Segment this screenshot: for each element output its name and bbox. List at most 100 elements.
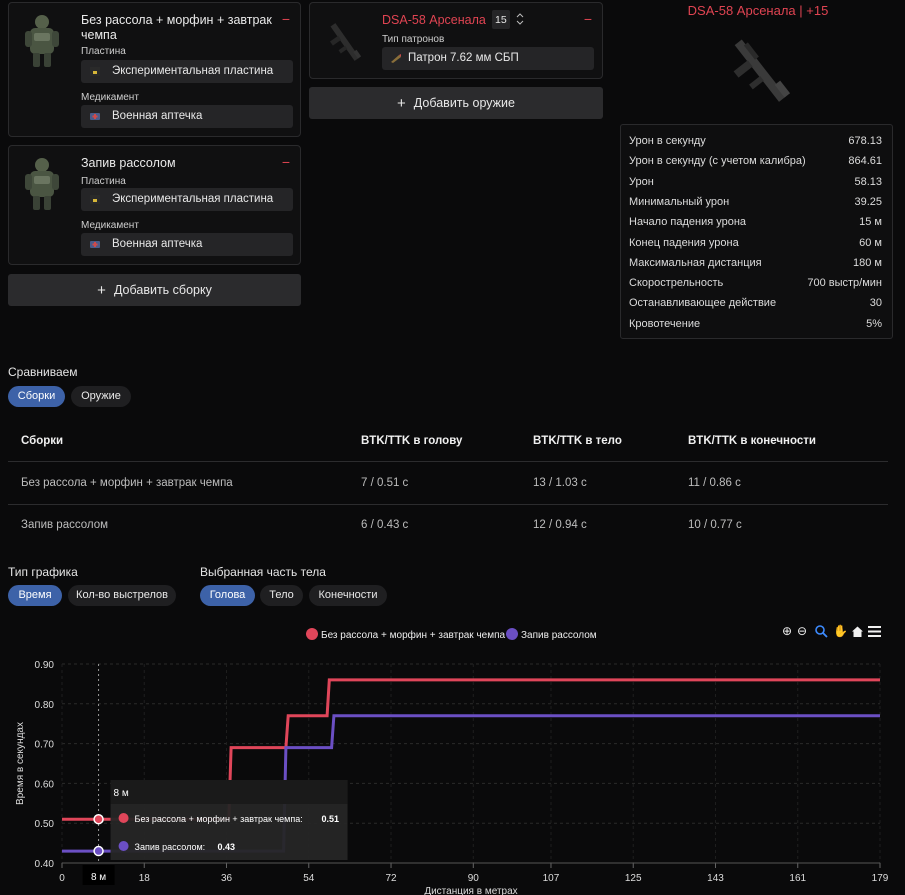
- y-tick-label: 0.90: [35, 660, 55, 671]
- plate-value: Экспериментальная пластина: [112, 65, 274, 77]
- plus-icon: +: [97, 282, 106, 299]
- tab-weapons[interactable]: Оружие: [71, 386, 131, 407]
- tooltip-marker: [118, 813, 129, 823]
- weapon-level-value: 15: [495, 14, 507, 26]
- stat-label: Максимальная дистанция: [629, 256, 762, 269]
- remove-weapon-button[interactable]: −: [584, 11, 592, 27]
- plus-icon: +: [397, 95, 406, 112]
- ammo-label: Тип патронов: [382, 34, 445, 45]
- x-tick-label: 143: [707, 873, 724, 884]
- plate-select[interactable]: Экспериментальная пластина: [81, 60, 293, 83]
- stat-value: 678.13: [848, 135, 882, 147]
- table-cell: 13 / 1.03 с: [533, 477, 587, 489]
- stat-label: Кровотечение: [629, 317, 701, 330]
- stat-label: Останавливающее действие: [629, 297, 777, 310]
- med-select[interactable]: Военная аптечка: [81, 233, 293, 256]
- tooltip-value: 0.43: [218, 842, 236, 852]
- add-build-button[interactable]: + Добавить сборку: [8, 274, 301, 306]
- crosshair-point: [93, 813, 104, 825]
- x-tick-label: 72: [385, 873, 397, 884]
- stat-label: Конец падения урона: [629, 236, 739, 249]
- tooltip-value: 0.51: [322, 814, 340, 824]
- y-tick-label: 0.40: [35, 859, 55, 870]
- remove-build-button[interactable]: −: [282, 11, 290, 27]
- stat-value: 180 м: [853, 256, 882, 269]
- y-tick-label: 0.60: [35, 779, 55, 790]
- stat-value: 5%: [866, 317, 882, 330]
- level-stepper-icon[interactable]: [516, 11, 524, 27]
- y-tick-label: 0.80: [35, 700, 55, 711]
- body-part-body[interactable]: Тело: [260, 585, 303, 606]
- rifle-preview-image: [733, 39, 791, 102]
- ammo-value: Патрон 7.62 мм СБП: [408, 52, 519, 64]
- add-build-label: Добавить сборку: [113, 283, 212, 297]
- stat-row: Урон 58.13: [629, 176, 882, 190]
- med-value: Военная аптечка: [112, 110, 203, 122]
- stat-label: Урон: [629, 175, 654, 188]
- stat-label: Урон в секунду: [629, 135, 706, 147]
- stat-row: Кровотечение 5%: [629, 318, 882, 332]
- table-cell: 11 / 0.86 с: [688, 477, 741, 489]
- build-card: Без рассола + морфин + завтрак чемпа − П…: [8, 2, 301, 137]
- chart-type-time[interactable]: Время: [8, 585, 62, 606]
- add-weapon-button[interactable]: + Добавить оружие: [309, 87, 603, 119]
- stat-value: 700 выстр/мин: [807, 277, 882, 290]
- stat-value: 60 м: [859, 236, 882, 249]
- table-header-head: BTK/TTK в голову: [361, 435, 463, 447]
- tooltip-marker: [118, 841, 129, 851]
- x-tick-label: 90: [468, 873, 480, 884]
- chart-type-shots[interactable]: Кол-во выстрелов: [68, 585, 176, 606]
- stat-row: Скорострельность 700 выстр/мин: [629, 277, 882, 291]
- tooltip-header: [110, 780, 348, 804]
- build-title: Без рассола + морфин + завтрак чемпа: [81, 13, 272, 42]
- table-cell: 6 / 0.43 с: [361, 519, 409, 531]
- stat-label: Скорострельность: [629, 277, 724, 290]
- stat-label: Урон в секунду (с учетом калибра): [629, 155, 806, 168]
- rifle-icon: [330, 23, 362, 61]
- stat-value: 30: [869, 297, 882, 310]
- stat-row: Начало падения урона 15 м: [629, 216, 882, 230]
- tab-builds[interactable]: Сборки: [8, 386, 65, 407]
- ttk-chart: Без рассола + морфин + завтрак чемпа Запи…: [15, 628, 889, 895]
- legend-marker[interactable]: [306, 628, 318, 640]
- med-select[interactable]: Военная аптечка: [81, 105, 293, 128]
- ammo-select[interactable]: Патрон 7.62 мм СБП: [382, 47, 594, 70]
- legend-label[interactable]: Без рассола + морфин + завтрак чемпа: [321, 629, 506, 641]
- table-header-body: BTK/TTK в тело: [533, 435, 622, 447]
- plate-label: Пластина: [81, 176, 126, 187]
- body-part-head[interactable]: Голова: [200, 585, 255, 606]
- plate-label: Пластина: [81, 46, 126, 57]
- stat-row: Минимальный урон 39.25: [629, 196, 882, 210]
- table-cell: 12 / 0.94 с: [533, 519, 587, 531]
- stat-row: Урон в секунду (с учетом калибра) 864.61: [629, 155, 882, 169]
- plate-select[interactable]: Экспериментальная пластина: [81, 188, 293, 211]
- legend-marker[interactable]: [506, 628, 518, 640]
- x-tick-label: 0: [59, 873, 65, 884]
- armor-icon: [25, 15, 59, 67]
- table-header-limbs: BTK/TTK в конечности: [688, 435, 816, 447]
- armor-icon: [25, 158, 59, 210]
- table-divider: [8, 461, 888, 462]
- table-cell: 10 / 0.77 с: [688, 519, 742, 531]
- x-axis-title: Дистанция в метрах: [424, 886, 517, 895]
- tooltip-title: 8 м: [114, 788, 129, 799]
- stat-label: Минимальный урон: [629, 195, 730, 208]
- body-part-label: Выбранная часть тела: [200, 565, 326, 579]
- add-weapon-label: Добавить оружие: [413, 96, 515, 110]
- legend-label[interactable]: Запив рассолом: [521, 630, 597, 641]
- table-header-builds: Сборки: [21, 435, 64, 447]
- remove-build-button[interactable]: −: [282, 154, 290, 170]
- med-label: Медикамент: [81, 92, 139, 103]
- crosshair-x-label: 8 м: [91, 872, 106, 883]
- table-cell: Без рассола + морфин + завтрак чемпа: [21, 477, 233, 489]
- weapon-card: DSA-58 Арсенала 15 − Тип патронов Патрон…: [309, 2, 603, 79]
- body-part-limbs[interactable]: Конечности: [309, 585, 387, 606]
- stat-row: Максимальная дистанция 180 м: [629, 257, 882, 271]
- x-tick-label: 107: [543, 873, 560, 884]
- weapon-level-input[interactable]: 15: [492, 10, 510, 29]
- y-tick-label: 0.70: [35, 740, 55, 751]
- x-tick-label: 36: [221, 873, 233, 884]
- stat-value: 15 м: [859, 216, 882, 229]
- stat-value: 864.61: [848, 155, 882, 168]
- preview-title: DSA-58 Арсенала | +15: [687, 3, 829, 18]
